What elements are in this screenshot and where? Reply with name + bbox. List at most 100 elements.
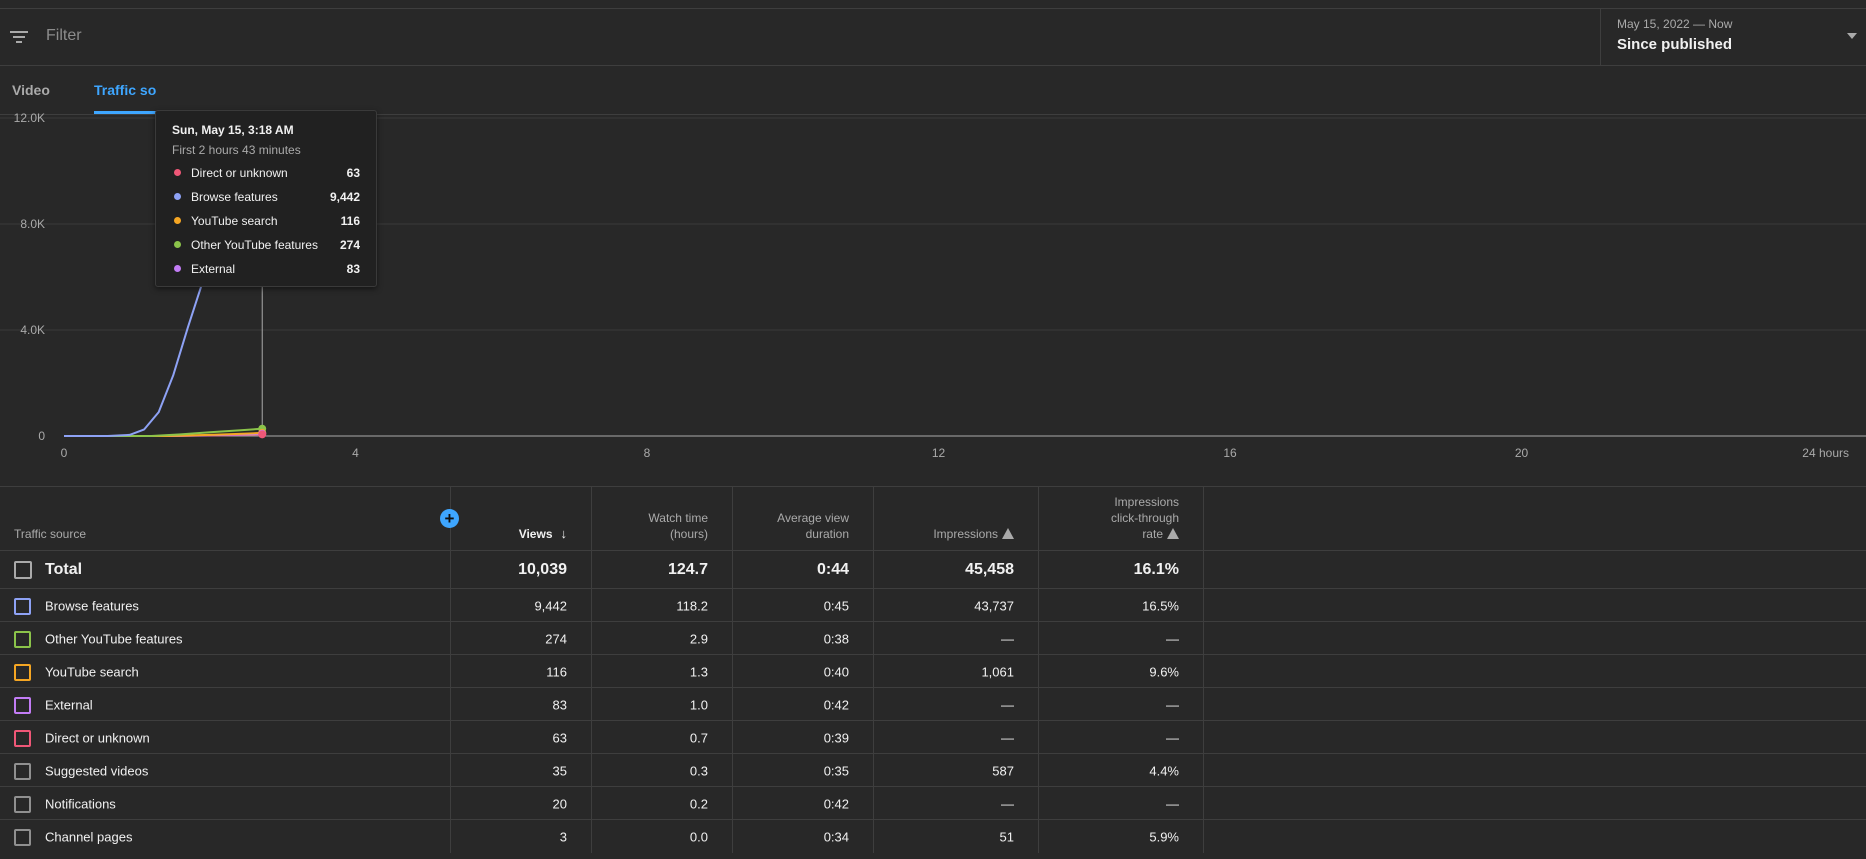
cell-traffic-source-value[interactable]: Notifications [45, 796, 116, 811]
date-range-text: May 15, 2022 — Now [1617, 17, 1733, 31]
tab-traffic-source[interactable]: Traffic so [94, 82, 156, 98]
row-checkbox[interactable] [14, 762, 31, 780]
column-header-watch-time[interactable]: Watch time (hours) [592, 487, 733, 550]
x-tick-label: 16 [1223, 446, 1237, 460]
table-row[interactable]: Notifications 20 0.2 0:42 — — [0, 786, 1866, 820]
cell-watch-time: 1.3 [592, 655, 733, 688]
traffic-source-table: Traffic source + Views ↓ Watch time (hour… [0, 486, 1866, 859]
cell-views-value: 274 [545, 631, 567, 646]
column-header-ctr[interactable]: Impressions click-through rate [1039, 487, 1204, 550]
cell-ctr-value: 5.9% [1149, 829, 1179, 844]
cell-average-view-duration-value: 0:42 [823, 697, 849, 712]
column-header-views[interactable]: Views ↓ [451, 487, 592, 550]
table-row[interactable]: YouTube search 116 1.3 0:40 1,061 9.6% [0, 654, 1866, 688]
cell-average-view-duration: 0:40 [733, 655, 874, 688]
table-row[interactable]: Other YouTube features 274 2.9 0:38 — — [0, 621, 1866, 655]
cell-watch-time: 124.7 [592, 551, 733, 589]
cell-views-value: 35 [552, 763, 567, 778]
cell-impressions-value: 43,737 [974, 598, 1014, 613]
legend-dot-icon [174, 265, 181, 272]
y-tick-label: 8.0K [20, 217, 45, 231]
cell-views: 83 [451, 688, 592, 721]
cell-impressions: 45,458 [874, 551, 1039, 589]
cell-watch-time-value: 0.7 [689, 730, 708, 745]
tooltip-row-value: 9,442 [329, 190, 360, 204]
tooltip-row-label: Other YouTube features [191, 238, 318, 252]
cell-views: 63 [451, 721, 592, 754]
cell-average-view-duration: 0:44 [733, 551, 874, 589]
column-header-average-view-duration[interactable]: Average view duration [733, 487, 874, 550]
traffic-chart[interactable]: 0 4.0K 8.0K 12.0K 0 4 8 12 16 20 24 hours Sun, May… [0, 110, 1866, 480]
cell-impressions-value: — [1001, 631, 1014, 646]
cell-watch-time: 2.9 [592, 622, 733, 655]
row-checkbox[interactable] [14, 597, 31, 615]
cell-impressions: — [874, 622, 1039, 655]
table-total-row[interactable]: Total 10,039 124.7 0:44 45,458 16.1% [0, 550, 1866, 589]
table-row[interactable]: Browse features 9,442 118.2 0:45 43,737 16.5% [0, 588, 1866, 622]
cell-watch-time-value: 118.2 [676, 598, 708, 613]
date-range-picker[interactable]: May 15, 2022 — Now Since published [1600, 9, 1866, 65]
cell-watch-time: 0.3 [592, 754, 733, 787]
cell-traffic-source-value[interactable]: Suggested videos [45, 763, 148, 778]
cell-impressions-value: 1,061 [981, 664, 1014, 679]
legend-dot-icon [174, 217, 181, 224]
cell-impressions-value: — [1001, 730, 1014, 745]
y-tick-label: 12.0K [14, 111, 45, 125]
row-checkbox[interactable] [14, 828, 31, 846]
row-checkbox[interactable] [14, 630, 31, 648]
cell-watch-time-value: 1.0 [689, 697, 708, 712]
cell-average-view-duration-value: 0:38 [823, 631, 849, 646]
cell-views: 20 [451, 787, 592, 820]
tooltip-row: YouTube search 116 [172, 213, 360, 229]
cell-impressions: — [874, 688, 1039, 721]
cell-average-view-duration-value: 0:44 [816, 561, 849, 578]
cell-views: 116 [451, 655, 592, 688]
table-row[interactable]: Direct or unknown 63 0.7 0:39 — — [0, 720, 1866, 754]
warning-icon [1167, 528, 1179, 539]
row-checkbox[interactable] [14, 795, 31, 813]
filter-input[interactable]: Filter [46, 27, 82, 45]
row-checkbox[interactable] [14, 729, 31, 747]
cell-average-view-duration-value: 0:42 [823, 796, 849, 811]
cell-traffic-source-value[interactable]: Browse features [45, 598, 139, 613]
cell-traffic-source-value[interactable]: YouTube search [45, 664, 139, 679]
cell-views: 9,442 [451, 589, 592, 622]
cell-traffic-source-value[interactable]: External [45, 697, 93, 712]
row-checkbox[interactable] [14, 696, 31, 714]
tooltip-title: Sun, May 15, 3:18 AM [172, 123, 294, 137]
table-row[interactable]: External 83 1.0 0:42 — — [0, 687, 1866, 721]
cell-ctr-value: 4.4% [1149, 763, 1179, 778]
y-tick-label: 0 [38, 429, 45, 443]
cell-watch-time: 1.0 [592, 688, 733, 721]
dropdown-caret-icon [1847, 33, 1857, 39]
cell-impressions: — [874, 721, 1039, 754]
cell-views: 3 [451, 820, 592, 853]
x-tick-label: 8 [644, 446, 651, 460]
cell-views-value: 3 [559, 829, 567, 844]
filter-icon[interactable] [10, 29, 28, 45]
x-tick-label: 0 [61, 446, 68, 460]
date-range-label: Since published [1617, 36, 1733, 53]
x-tick-label: 4 [352, 446, 359, 460]
table-row[interactable]: Channel pages 3 0.0 0:34 51 5.9% [0, 819, 1866, 853]
cell-ctr-value: — [1166, 730, 1179, 745]
impressions-header-label: Impressions [933, 527, 998, 541]
column-header-traffic-source: Traffic source [0, 487, 451, 550]
cell-ctr: 5.9% [1039, 820, 1204, 853]
tab-video[interactable]: Video [12, 82, 50, 98]
cell-ctr-value: 16.1% [1133, 561, 1179, 578]
row-checkbox[interactable] [14, 561, 32, 579]
cell-traffic-source-value[interactable]: Channel pages [45, 829, 132, 844]
cell-traffic-source-value[interactable]: Other YouTube features [45, 631, 183, 646]
table-row[interactable]: Suggested videos 35 0.3 0:35 587 4.4% [0, 753, 1866, 787]
cell-impressions: 51 [874, 820, 1039, 853]
tooltip-subtitle: First 2 hours 43 minutes [172, 143, 301, 157]
warning-icon [1002, 528, 1014, 539]
column-header-impressions[interactable]: Impressions [874, 487, 1039, 550]
cell-impressions-value: — [1001, 796, 1014, 811]
y-tick-label: 4.0K [20, 323, 45, 337]
cell-impressions: 1,061 [874, 655, 1039, 688]
cell-traffic-source-value[interactable]: Direct or unknown [45, 730, 150, 745]
cell-average-view-duration-value: 0:39 [823, 730, 849, 745]
row-checkbox[interactable] [14, 663, 31, 681]
